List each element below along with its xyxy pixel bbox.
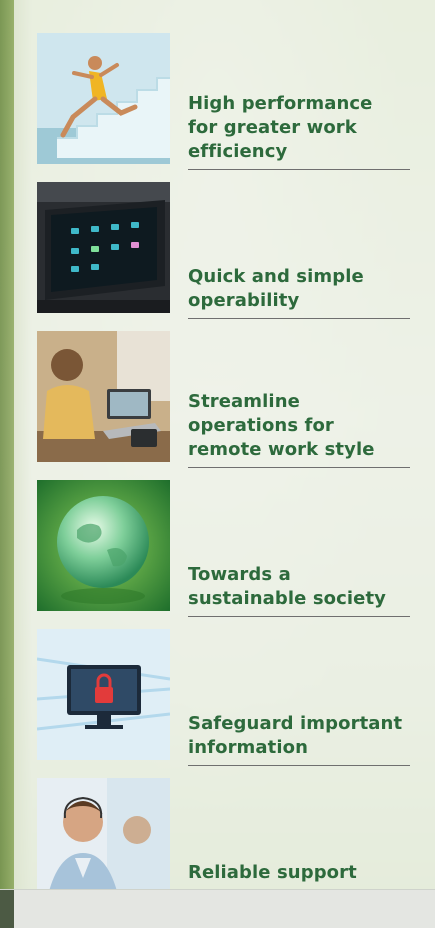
caption-line: remote work style (188, 439, 375, 460)
caption-divider (188, 318, 410, 319)
caption-divider (188, 467, 410, 468)
caption-line: efficiency (188, 141, 288, 162)
caption-line: operability (188, 290, 300, 311)
runner-stairs-photo (37, 33, 170, 164)
caption-line: Quick and simple (188, 266, 364, 287)
caption-line: information (188, 737, 309, 758)
caption-line: for greater work (188, 117, 357, 138)
caption-line: High performance (188, 93, 373, 114)
feature-caption: High performance for greater work effici… (188, 92, 410, 164)
feature-item-remote-work[interactable]: Streamline operations for remote work st… (37, 331, 410, 468)
feature-item-performance[interactable]: High performance for greater work effici… (37, 33, 410, 170)
footer-edge (0, 890, 14, 928)
caption-divider (188, 616, 410, 617)
caption-divider (188, 765, 410, 766)
caption-divider (188, 169, 410, 170)
caption-line: Safeguard important (188, 713, 403, 734)
feature-item-operability[interactable]: Quick and simple operability (37, 182, 410, 319)
caption-line: sustainable society (188, 588, 387, 609)
caption-line: operations for (188, 415, 334, 436)
feature-item-sustainable[interactable]: Towards a sustainable society (37, 480, 410, 617)
remote-worker-photo (37, 331, 170, 462)
green-globe-photo (37, 480, 170, 611)
touch-panel-photo (37, 182, 170, 313)
caption-line: Streamline (188, 391, 300, 412)
caption-line: Reliable support (188, 862, 357, 883)
feature-caption: Quick and simple operability (188, 265, 410, 313)
caption-line: Towards a (188, 564, 291, 585)
feature-caption: Streamline operations for remote work st… (188, 390, 410, 462)
footer-bar (0, 889, 435, 928)
security-lock-photo (37, 629, 170, 760)
feature-caption: Towards a sustainable society (188, 563, 410, 611)
feature-caption: Safeguard important information (188, 712, 410, 760)
feature-item-security[interactable]: Safeguard important information (37, 629, 410, 766)
